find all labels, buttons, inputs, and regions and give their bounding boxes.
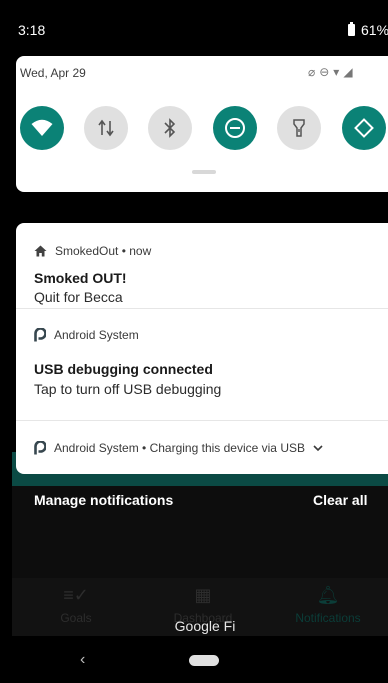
qs-date: Wed, Apr 29 (20, 66, 86, 80)
status-time: 3:18 (18, 22, 46, 38)
flashlight-icon (293, 119, 305, 137)
notification-list: SmokedOut • now Smoked OUT! Quit for Bec… (16, 223, 388, 474)
notification-usb-debugging[interactable]: Android System USB debugging connected T… (16, 309, 388, 421)
quick-settings-panel: Wed, Apr 29 ⌀⊖▾◢ (16, 56, 388, 192)
notification-text: Quit for Becca (34, 289, 123, 305)
dnd-tile[interactable] (213, 106, 257, 150)
notification-title: Smoked OUT! (34, 270, 127, 286)
mobile-data-tile[interactable] (84, 106, 128, 150)
qs-status-icons: ⌀⊖▾◢ (308, 65, 357, 79)
grid-icon: ▦ (194, 585, 212, 605)
bluetooth-icon (164, 118, 176, 138)
bell-icon: 🔔︎ (316, 585, 340, 605)
battery-icon (348, 22, 355, 36)
wifi-icon (31, 119, 53, 136)
wifi-tile[interactable] (20, 106, 64, 150)
home-pill-button[interactable] (189, 655, 219, 666)
notification-header: Android System (34, 328, 139, 342)
dnd-status-icon: ⊖ (319, 65, 334, 79)
notification-text: Tap to turn off USB debugging (34, 381, 222, 397)
signal-icon: ◢ (343, 65, 357, 79)
list-check-icon: ≡✓ (63, 585, 89, 605)
alarm-off-icon: ⌀ (308, 65, 320, 79)
clear-all-button[interactable]: Clear all (313, 492, 367, 508)
status-battery: 61% (348, 22, 388, 38)
notification-charging[interactable]: Android System • Charging this device vi… (16, 421, 388, 474)
manage-notifications-button[interactable]: Manage notifications (34, 492, 173, 508)
notification-smokedout[interactable]: SmokedOut • now Smoked OUT! Quit for Bec… (16, 223, 388, 307)
notification-header: SmokedOut • now (34, 244, 151, 258)
flashlight-tile[interactable] (277, 106, 321, 150)
do-not-disturb-icon (225, 118, 245, 138)
chevron-down-icon[interactable] (313, 444, 323, 452)
home-icon (34, 245, 47, 257)
wifi-status-icon: ▾ (333, 65, 344, 79)
auto-rotate-tile[interactable] (342, 106, 386, 150)
back-chevron-icon[interactable]: ‹ (80, 651, 85, 669)
android-p-icon (34, 328, 46, 342)
notification-header: Android System • Charging this device vi… (34, 441, 323, 455)
android-p-icon (34, 441, 46, 455)
qs-drag-handle[interactable] (192, 170, 216, 174)
carrier-label: Google Fi (174, 618, 236, 634)
auto-rotate-icon (354, 118, 374, 138)
notification-title: USB debugging connected (34, 361, 213, 377)
phone-screen: ≡✓ Goals ▦ Dashboard 🔔︎ Notifications Go… (0, 0, 388, 683)
data-arrows-icon (98, 119, 114, 137)
bluetooth-tile[interactable] (148, 106, 192, 150)
